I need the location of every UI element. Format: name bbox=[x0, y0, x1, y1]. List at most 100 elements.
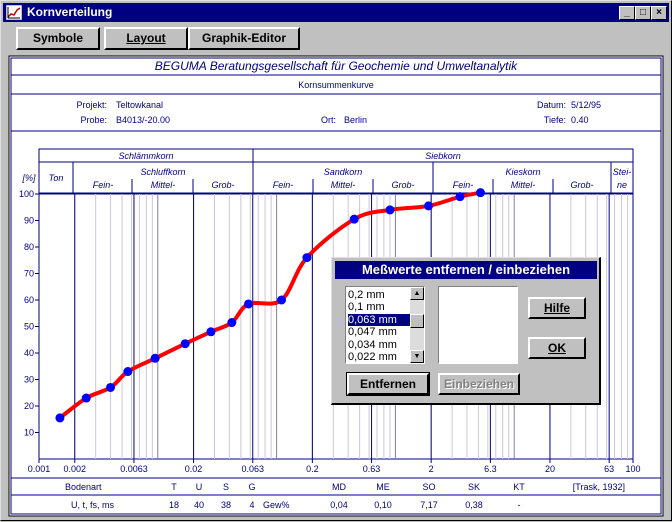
sandkorn-label: Sandkorn bbox=[324, 167, 363, 177]
list-item[interactable]: 0,022 mm bbox=[348, 351, 410, 363]
g-label: G bbox=[248, 482, 255, 492]
u-label: U bbox=[196, 482, 203, 492]
so-label: SO bbox=[422, 482, 435, 492]
bodenart-label: Bodenart bbox=[65, 482, 102, 492]
x-tick-label: 2 bbox=[429, 464, 434, 474]
schluff-grob-label: Grob- bbox=[211, 180, 234, 190]
datum-label: Datum: bbox=[537, 100, 566, 110]
company-name: BEGUMA Beratungsgesellschaft für Geochem… bbox=[155, 59, 518, 73]
x-tick-label: 0.2 bbox=[306, 464, 319, 474]
list-item[interactable]: 0,1 mm bbox=[348, 301, 410, 313]
sand-fein-label: Fein- bbox=[273, 180, 294, 190]
ton-label: Ton bbox=[49, 173, 64, 183]
data-point bbox=[349, 214, 359, 224]
kies-mittel-label: Mittel- bbox=[511, 180, 536, 190]
siebkorn-label: Siebkorn bbox=[425, 151, 461, 161]
y-axis-label: [%] bbox=[21, 173, 36, 183]
einbeziehen-button[interactable]: Einbeziehen bbox=[438, 373, 520, 395]
data-point bbox=[106, 382, 116, 392]
data-point bbox=[81, 393, 91, 403]
data-point bbox=[424, 201, 434, 211]
data-point bbox=[206, 327, 216, 337]
report-subtitle: Kornsummenkurve bbox=[298, 80, 374, 90]
sk-value: 0,38 bbox=[465, 500, 483, 510]
data-point bbox=[302, 253, 312, 263]
bodenart-value: U, t, fs, ms bbox=[71, 500, 115, 510]
listbox-scrollbar[interactable]: ▲ ▼ bbox=[410, 287, 424, 363]
tiefe-label: Tiefe: bbox=[544, 115, 566, 125]
probe-value: B4013/-20.00 bbox=[116, 115, 170, 125]
data-point bbox=[475, 188, 485, 198]
y-tick-label: 90 bbox=[24, 216, 34, 226]
data-point bbox=[455, 192, 465, 202]
kieskorn-label: Kieskorn bbox=[505, 167, 540, 177]
hilfe-button[interactable]: Hilfe bbox=[528, 297, 586, 319]
x-tick-label: 0.63 bbox=[363, 464, 381, 474]
x-tick-label: 0.002 bbox=[63, 464, 86, 474]
hilfe-button-label: Hilfe bbox=[543, 301, 570, 315]
md-value: 0,04 bbox=[330, 500, 348, 510]
u-value: 40 bbox=[194, 500, 204, 510]
x-tick-label: 20 bbox=[545, 464, 555, 474]
steine-label-line1: Stei- bbox=[613, 167, 632, 177]
y-tick-label: 20 bbox=[24, 401, 34, 411]
x-tick-label: 0.02 bbox=[185, 464, 203, 474]
list-item[interactable]: 0,034 mm bbox=[348, 339, 410, 351]
probe-label: Probe: bbox=[80, 115, 107, 125]
y-tick-label: 100 bbox=[19, 189, 34, 199]
ok-button[interactable]: OK bbox=[528, 337, 586, 359]
sk-label: SK bbox=[468, 482, 480, 492]
scroll-down-button[interactable]: ▼ bbox=[410, 350, 424, 363]
entfernen-button[interactable]: Entfernen bbox=[346, 372, 430, 396]
s-value: 38 bbox=[221, 500, 231, 510]
data-point bbox=[180, 339, 190, 349]
scroll-thumb[interactable] bbox=[410, 314, 424, 328]
measurement-listbox[interactable]: 0,2 mm 0,1 mm 0,063 mm 0,047 mm 0,034 mm 0,02… bbox=[345, 286, 425, 364]
steine-label-line2: ne bbox=[617, 180, 627, 190]
included-values-box[interactable] bbox=[438, 286, 518, 364]
y-tick-label: 10 bbox=[24, 428, 34, 438]
schlaemmkorn-label: Schlämmkorn bbox=[118, 151, 173, 161]
list-item[interactable]: 0,2 mm bbox=[348, 289, 410, 301]
y-tick-label: 50 bbox=[24, 322, 34, 332]
so-value: 7,17 bbox=[420, 500, 438, 510]
x-tick-label: 100 bbox=[625, 464, 640, 474]
gew-unit: Gew% bbox=[263, 500, 290, 510]
projekt-value: Teltowkanal bbox=[116, 100, 163, 110]
data-point bbox=[123, 367, 133, 377]
y-tick-label: 40 bbox=[24, 348, 34, 358]
kies-grob-label: Grob- bbox=[570, 180, 593, 190]
ort-label: Ort: bbox=[321, 115, 336, 125]
data-point bbox=[277, 295, 287, 305]
remove-include-dialog: Meßwerte entfernen / einbeziehen 0,2 mm 0… bbox=[331, 257, 601, 405]
arrow-up-icon: ▲ bbox=[413, 290, 421, 297]
x-tick-label: 6.3 bbox=[484, 464, 497, 474]
tiefe-value: 0.40 bbox=[571, 115, 589, 125]
main-window: Kornverteilung _ □ × Symbole Layout Grap… bbox=[0, 0, 672, 521]
schluff-fein-label: Fein- bbox=[93, 180, 114, 190]
trask-reference: [Trask, 1932] bbox=[573, 482, 625, 492]
me-label: ME bbox=[376, 482, 390, 492]
md-label: MD bbox=[332, 482, 346, 492]
t-label: T bbox=[171, 482, 177, 492]
schluffkorn-label: Schluffkorn bbox=[140, 167, 185, 177]
projekt-label: Projekt: bbox=[76, 100, 107, 110]
sand-mittel-label: Mittel- bbox=[331, 180, 356, 190]
list-item[interactable]: 0,047 mm bbox=[348, 326, 410, 338]
y-tick-label: 60 bbox=[24, 295, 34, 305]
x-tick-label: 0.063 bbox=[241, 464, 264, 474]
me-value: 0,10 bbox=[374, 500, 392, 510]
data-point bbox=[150, 353, 160, 363]
data-point bbox=[55, 413, 65, 423]
schluff-mittel-label: Mittel- bbox=[151, 180, 176, 190]
x-tick-label: 0.001 bbox=[28, 464, 51, 474]
list-item[interactable]: 0,063 mm bbox=[347, 312, 411, 327]
dialog-title[interactable]: Meßwerte entfernen / einbeziehen bbox=[335, 261, 597, 279]
ort-value: Berlin bbox=[344, 115, 367, 125]
kt-value: - bbox=[518, 500, 521, 510]
arrow-down-icon: ▼ bbox=[413, 353, 421, 360]
s-label: S bbox=[223, 482, 229, 492]
x-tick-label: 0.0063 bbox=[120, 464, 148, 474]
datum-value: 5/12/95 bbox=[571, 100, 601, 110]
scroll-up-button[interactable]: ▲ bbox=[410, 287, 424, 300]
